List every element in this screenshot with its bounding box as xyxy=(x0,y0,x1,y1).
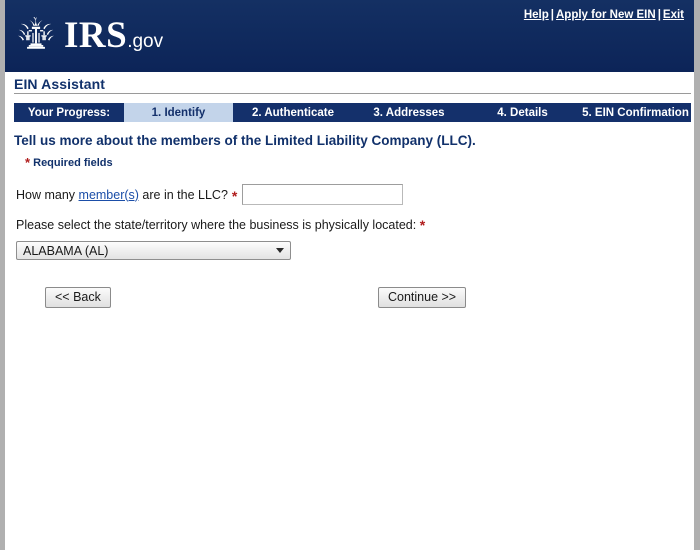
header-utility-links: Help | Apply for New EIN | Exit xyxy=(524,9,684,21)
site-header: IRS.gov Help | Apply for New EIN | Exit xyxy=(5,0,694,72)
progress-step-ein-confirmation[interactable]: 5. EIN Confirmation xyxy=(580,103,691,122)
members-count-input[interactable] xyxy=(242,184,404,205)
members-help-link[interactable]: member(s) xyxy=(79,188,139,202)
form-actions: << Back Continue >> xyxy=(5,287,694,327)
progress-step-authenticate[interactable]: 2. Authenticate xyxy=(233,103,353,122)
back-button[interactable]: << Back xyxy=(45,287,111,308)
state-select-container: ALABAMA (AL) xyxy=(5,232,694,260)
continue-button[interactable]: Continue >> xyxy=(378,287,467,308)
content-heading: Tell us more about the members of the Li… xyxy=(14,133,476,148)
state-question-label: Please select the state/territory where … xyxy=(16,218,417,232)
state-required-asterisk: * xyxy=(419,217,426,233)
required-asterisk-legend: * xyxy=(25,155,31,170)
irs-brand[interactable]: IRS.gov xyxy=(14,13,163,57)
chevron-down-icon xyxy=(276,248,284,253)
state-question-row: Please select the state/territory where … xyxy=(5,205,694,232)
link-separator-1: | xyxy=(550,9,554,21)
app-title-bar: EIN Assistant xyxy=(5,72,694,94)
required-fields-note: * Required fields xyxy=(5,148,694,170)
link-separator-2: | xyxy=(657,9,661,21)
brand-gov-text: .gov xyxy=(127,30,164,52)
main-content: Tell us more about the members of the Li… xyxy=(5,128,694,327)
ein-assistant-page: IRS.gov Help | Apply for New EIN | Exit EIN … xyxy=(0,0,700,550)
state-selected-value: ALABAMA (AL) xyxy=(23,244,109,258)
brand-irs-text: IRS xyxy=(64,14,128,56)
irs-eagle-seal-icon xyxy=(18,17,54,49)
title-divider xyxy=(14,93,691,94)
progress-step-addresses[interactable]: 3. Addresses xyxy=(353,103,465,122)
progress-bar: Your Progress: 1. Identify 2. Authentica… xyxy=(14,103,691,122)
brand-wordmark: IRS.gov xyxy=(64,17,163,54)
members-question-text-before: How many xyxy=(16,187,79,202)
state-territory-dropdown[interactable]: ALABAMA (AL) xyxy=(16,241,291,260)
members-question-label: How many member(s) are in the LLC? xyxy=(16,188,228,202)
progress-step-details[interactable]: 4. Details xyxy=(465,103,580,122)
members-question-text-after: are in the LLC? xyxy=(138,187,228,202)
required-fields-label: Required fields xyxy=(33,157,113,169)
exit-link[interactable]: Exit xyxy=(663,9,684,21)
members-question-row: How many member(s) are in the LLC? * xyxy=(5,170,694,205)
page-title: EIN Assistant xyxy=(14,76,106,92)
progress-step-identify[interactable]: 1. Identify xyxy=(124,103,233,122)
apply-new-ein-link[interactable]: Apply for New EIN xyxy=(556,9,656,21)
help-link[interactable]: Help xyxy=(524,9,549,21)
progress-label: Your Progress: xyxy=(14,103,124,122)
